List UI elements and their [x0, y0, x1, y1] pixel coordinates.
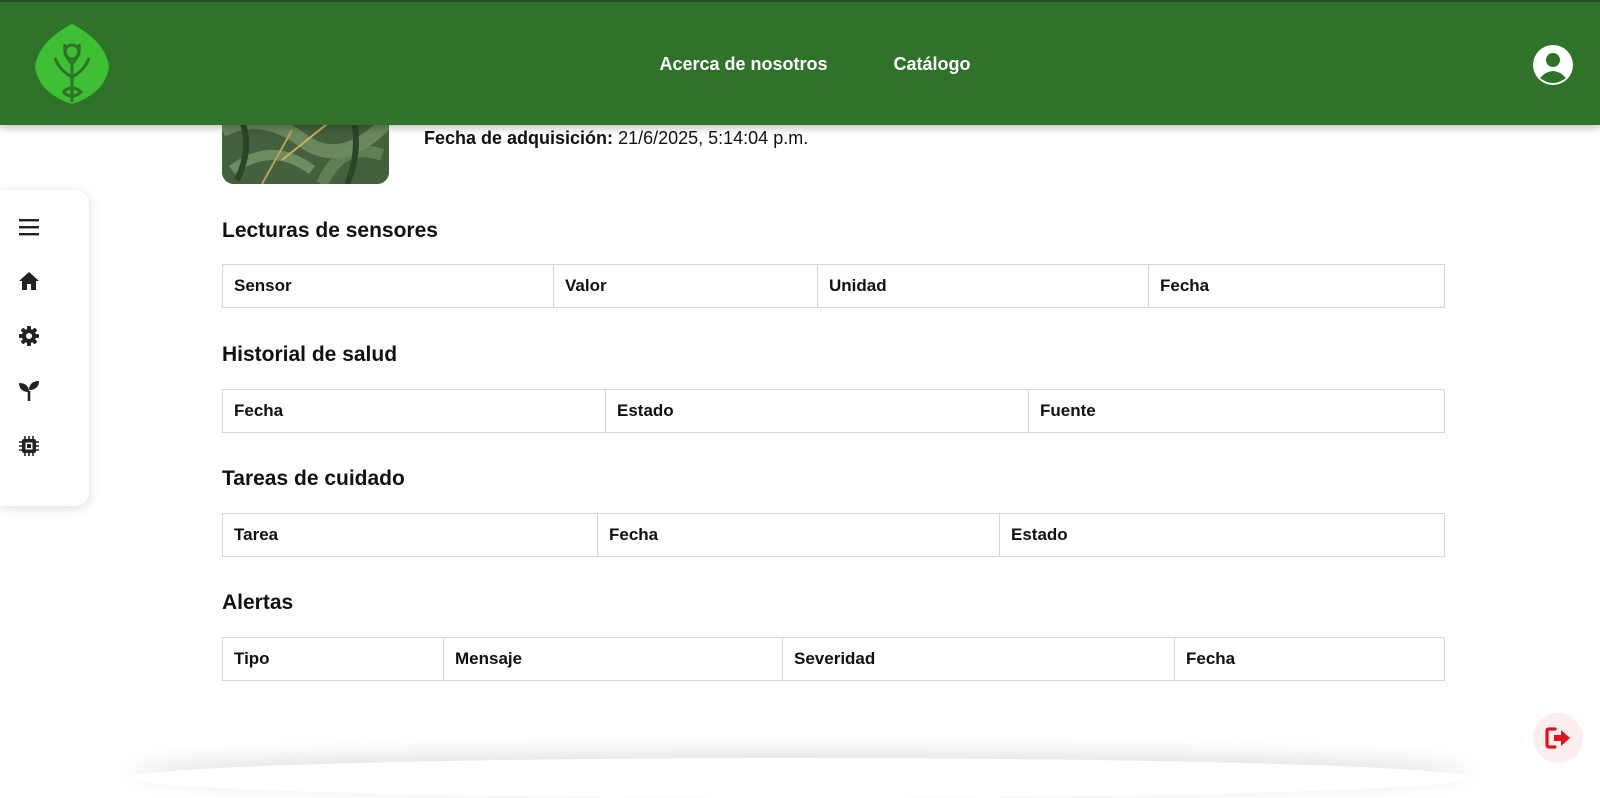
column-header: Estado	[999, 513, 1445, 557]
acquisition-value: 21/6/2025, 5:14:04 p.m.	[618, 128, 809, 148]
top-navbar: Acerca de nosotros Catálogo	[0, 0, 1600, 125]
table-header-row: Tarea Fecha Estado	[222, 513, 1445, 557]
column-header: Fecha	[1148, 264, 1445, 308]
main-nav: Acerca de nosotros Catálogo	[0, 2, 1600, 127]
column-header: Tipo	[222, 637, 444, 681]
sensor-readings-table: Sensor Valor Unidad Fecha	[222, 264, 1445, 308]
column-header: Sensor	[222, 264, 554, 308]
menu-icon[interactable]	[18, 216, 40, 238]
chip-icon[interactable]	[18, 435, 40, 457]
care-tasks-table: Tarea Fecha Estado	[222, 513, 1445, 557]
column-header: Fecha	[597, 513, 1000, 557]
table-header-row: Fecha Estado Fuente	[222, 389, 1445, 433]
column-header: Tarea	[222, 513, 598, 557]
user-profile-icon[interactable]	[1532, 44, 1574, 86]
nav-about[interactable]: Acerca de nosotros	[659, 54, 827, 75]
acquisition-date: Fecha de adquisición: 21/6/2025, 5:14:04…	[424, 128, 808, 149]
care-tasks-title: Tareas de cuidado	[222, 467, 405, 490]
logout-icon	[1545, 727, 1570, 749]
sensor-readings-title: Lecturas de sensores	[222, 219, 438, 242]
alerts-title: Alertas	[222, 591, 294, 614]
column-header: Severidad	[782, 637, 1175, 681]
column-header: Valor	[553, 264, 818, 308]
column-header: Fuente	[1028, 389, 1445, 433]
health-history-title: Historial de salud	[222, 343, 398, 366]
acquisition-label: Fecha de adquisición:	[424, 128, 614, 148]
table-header-row: Tipo Mensaje Severidad Fecha	[222, 637, 1445, 681]
gear-icon[interactable]	[18, 325, 40, 347]
column-header: Mensaje	[443, 637, 783, 681]
column-header: Fecha	[1174, 637, 1445, 681]
sidebar	[0, 190, 89, 506]
column-header: Fecha	[222, 389, 606, 433]
nav-catalog[interactable]: Catálogo	[894, 54, 971, 75]
health-history-table: Fecha Estado Fuente	[222, 389, 1445, 433]
footer-shadow	[130, 758, 1470, 798]
home-icon[interactable]	[18, 270, 40, 292]
column-header: Estado	[605, 389, 1029, 433]
column-header: Unidad	[817, 264, 1149, 308]
sprout-icon[interactable]	[18, 380, 40, 402]
table-header-row: Sensor Valor Unidad Fecha	[222, 264, 1445, 308]
logout-button[interactable]	[1533, 713, 1583, 763]
alerts-table: Tipo Mensaje Severidad Fecha	[222, 637, 1445, 681]
